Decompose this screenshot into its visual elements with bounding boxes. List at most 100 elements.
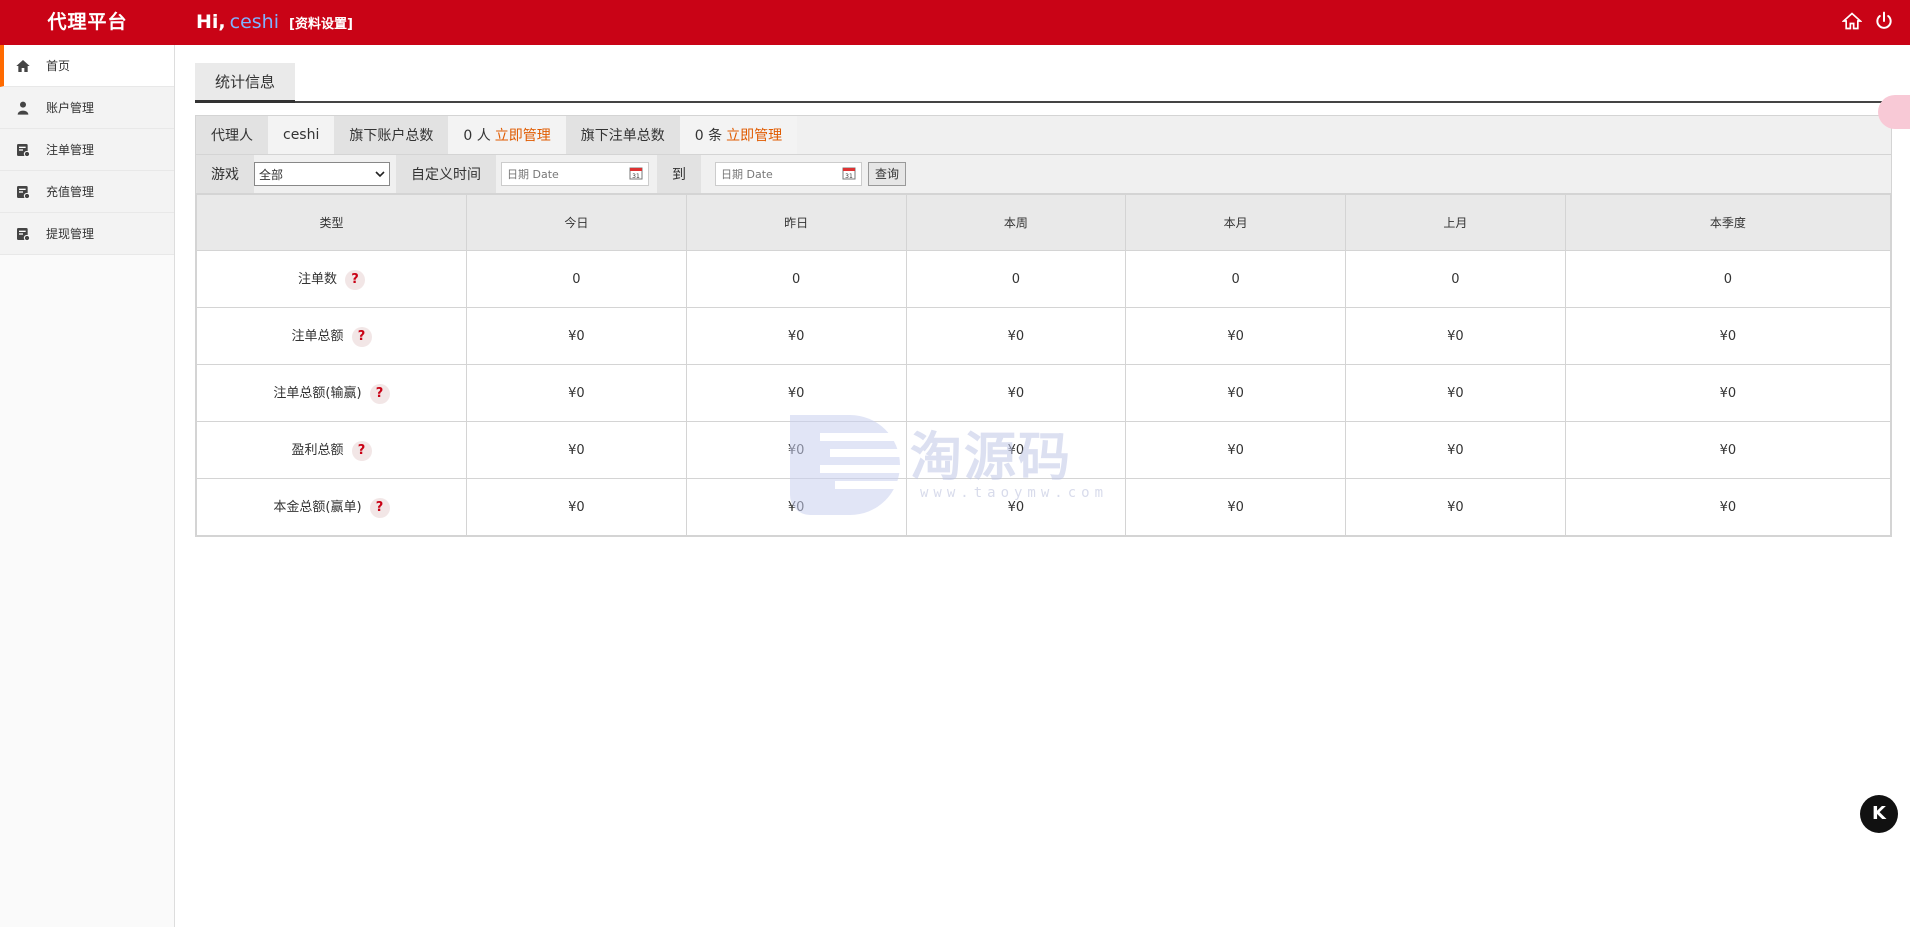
- power-icon[interactable]: [1874, 11, 1894, 31]
- help-icon[interactable]: ?: [369, 384, 390, 404]
- table-header-row: 类型 今日 昨日 本周 本月 上月 本季度: [196, 194, 1892, 251]
- sidebar-item-label: 充值管理: [46, 185, 95, 199]
- table-cell: ¥0: [1345, 364, 1566, 422]
- column-header: 本季度: [1564, 194, 1892, 251]
- table-cell: ¥0: [1564, 364, 1892, 422]
- game-select-value: 全部: [259, 167, 284, 182]
- sidebar-item-label: 提现管理: [46, 227, 95, 241]
- row-label: 本金总额(赢单)?: [196, 478, 467, 536]
- top-header: 代理平台 Hi, ceshi [资料设置]: [0, 0, 1910, 45]
- manage-accounts-link[interactable]: 立即管理: [495, 125, 551, 145]
- date-end-placeholder: 日期 Date: [721, 168, 773, 181]
- floating-k-button[interactable]: K: [1860, 795, 1898, 833]
- table-cell: 0: [1125, 250, 1346, 308]
- table-cell: ¥0: [905, 478, 1127, 536]
- table-cell: ¥0: [685, 478, 907, 536]
- column-header: 本月: [1125, 194, 1346, 251]
- column-header: 今日: [466, 194, 687, 251]
- orders-total: 0 条 立即管理: [679, 116, 798, 154]
- table-row: 本金总额(赢单)? ¥0 ¥0 ¥0 ¥0 ¥0 ¥0: [196, 478, 1892, 536]
- table-cell: ¥0: [1564, 478, 1892, 536]
- date-start-placeholder: 日期 Date: [507, 168, 559, 181]
- column-header: 本周: [905, 194, 1127, 251]
- table-cell: ¥0: [905, 421, 1127, 479]
- greeting: Hi, ceshi [资料设置]: [196, 0, 353, 45]
- date-end-input[interactable]: 日期 Date 31: [715, 162, 862, 186]
- row-label-text: 注单总额(输赢): [273, 386, 362, 401]
- table-cell: ¥0: [1564, 307, 1892, 365]
- table-cell: ¥0: [905, 307, 1127, 365]
- table-cell: ¥0: [1345, 478, 1566, 536]
- home-icon[interactable]: [1842, 11, 1862, 31]
- query-button[interactable]: 查询: [868, 162, 907, 186]
- ledger-icon: [14, 225, 32, 243]
- to-label: 到: [657, 155, 701, 193]
- home-icon: [14, 57, 32, 75]
- sidebar-item-label: 账户管理: [46, 101, 95, 115]
- row-label: 注单总额(输赢)?: [196, 364, 467, 422]
- table-cell: ¥0: [1564, 421, 1892, 479]
- calendar-icon[interactable]: 31: [842, 166, 856, 183]
- orders-total-label: 旗下注单总数: [565, 116, 680, 154]
- table-cell: ¥0: [905, 364, 1127, 422]
- column-header: 上月: [1345, 194, 1566, 251]
- table-cell: ¥0: [1125, 421, 1346, 479]
- row-label: 注单数?: [196, 250, 467, 308]
- table-cell: ¥0: [1345, 421, 1566, 479]
- table-cell: ¥0: [685, 364, 907, 422]
- table-row: 注单总额? ¥0 ¥0 ¥0 ¥0 ¥0 ¥0: [196, 307, 1892, 365]
- row-label-text: 盈利总额: [291, 443, 344, 458]
- sidebar-item-withdraw[interactable]: 提现管理: [0, 213, 174, 255]
- svg-text:31: 31: [632, 173, 640, 180]
- table-cell: ¥0: [1345, 307, 1566, 365]
- game-select-wrap: 全部: [254, 155, 396, 193]
- row-label-text: 注单总额: [291, 329, 344, 344]
- main-content: 统计信息 代理人 ceshi 旗下账户总数 0 人 立即管理 旗下注单总数 0 …: [195, 45, 1910, 927]
- sidebar-item-accounts[interactable]: 账户管理: [0, 87, 174, 129]
- tab-statistics[interactable]: 统计信息: [195, 63, 295, 103]
- custom-time-label: 自定义时间: [396, 155, 496, 193]
- help-icon[interactable]: ?: [351, 327, 372, 347]
- calendar-icon[interactable]: 31: [629, 166, 643, 183]
- table-cell: ¥0: [1125, 307, 1346, 365]
- row-label-text: 本金总额(赢单): [273, 500, 362, 515]
- svg-text:31: 31: [845, 173, 853, 180]
- row-label: 注单总额?: [196, 307, 467, 365]
- table-cell: ¥0: [685, 421, 907, 479]
- accounts-total: 0 人 立即管理: [448, 116, 566, 154]
- table-cell: ¥0: [1125, 478, 1346, 536]
- filter-row: 游戏 全部 自定义时间 日期 Date 31 到 日期 Date 31 查询: [196, 155, 1891, 194]
- ledger-icon: [14, 141, 32, 159]
- table-cell: 0: [1564, 250, 1892, 308]
- sidebar-item-orders[interactable]: 注单管理: [0, 129, 174, 171]
- date-start-input[interactable]: 日期 Date 31: [501, 162, 649, 186]
- sidebar-item-label: 首页: [46, 59, 71, 73]
- date-end-wrap: 日期 Date 31 查询: [701, 155, 913, 193]
- table-cell: ¥0: [685, 307, 907, 365]
- sidebar-item-home[interactable]: 首页: [0, 45, 174, 87]
- brand-title: 代理平台: [47, 11, 128, 33]
- sidebar-item-recharge[interactable]: 充值管理: [0, 171, 174, 213]
- table-cell: ¥0: [466, 307, 687, 365]
- manage-orders-link[interactable]: 立即管理: [726, 125, 782, 145]
- help-icon[interactable]: ?: [351, 441, 372, 461]
- translate-icon[interactable]: [1878, 95, 1910, 129]
- greeting-text: Hi,: [196, 11, 226, 33]
- table-row: 盈利总额? ¥0 ¥0 ¥0 ¥0 ¥0 ¥0: [196, 421, 1892, 479]
- agent-value: ceshi: [268, 116, 335, 154]
- tab-bar: 统计信息: [195, 63, 1910, 103]
- ledger-icon: [14, 183, 32, 201]
- row-label: 盈利总额?: [196, 421, 467, 479]
- table-cell: ¥0: [1125, 364, 1346, 422]
- accounts-total-label: 旗下账户总数: [334, 116, 449, 154]
- help-icon[interactable]: ?: [345, 270, 365, 290]
- summary-row: 代理人 ceshi 旗下账户总数 0 人 立即管理 旗下注单总数 0 条 立即管…: [196, 116, 1891, 155]
- sidebar: 首页 账户管理 注单管理 充值管理 提现管理: [0, 45, 175, 927]
- table-row: 注单数? 0 0 0 0 0 0: [196, 250, 1892, 308]
- game-select[interactable]: 全部: [254, 162, 390, 186]
- table-cell: 0: [1345, 250, 1566, 308]
- profile-settings-link[interactable]: [资料设置]: [289, 17, 353, 32]
- help-icon[interactable]: ?: [369, 498, 390, 518]
- agent-label: 代理人: [196, 116, 268, 154]
- chevron-down-icon: [375, 167, 385, 181]
